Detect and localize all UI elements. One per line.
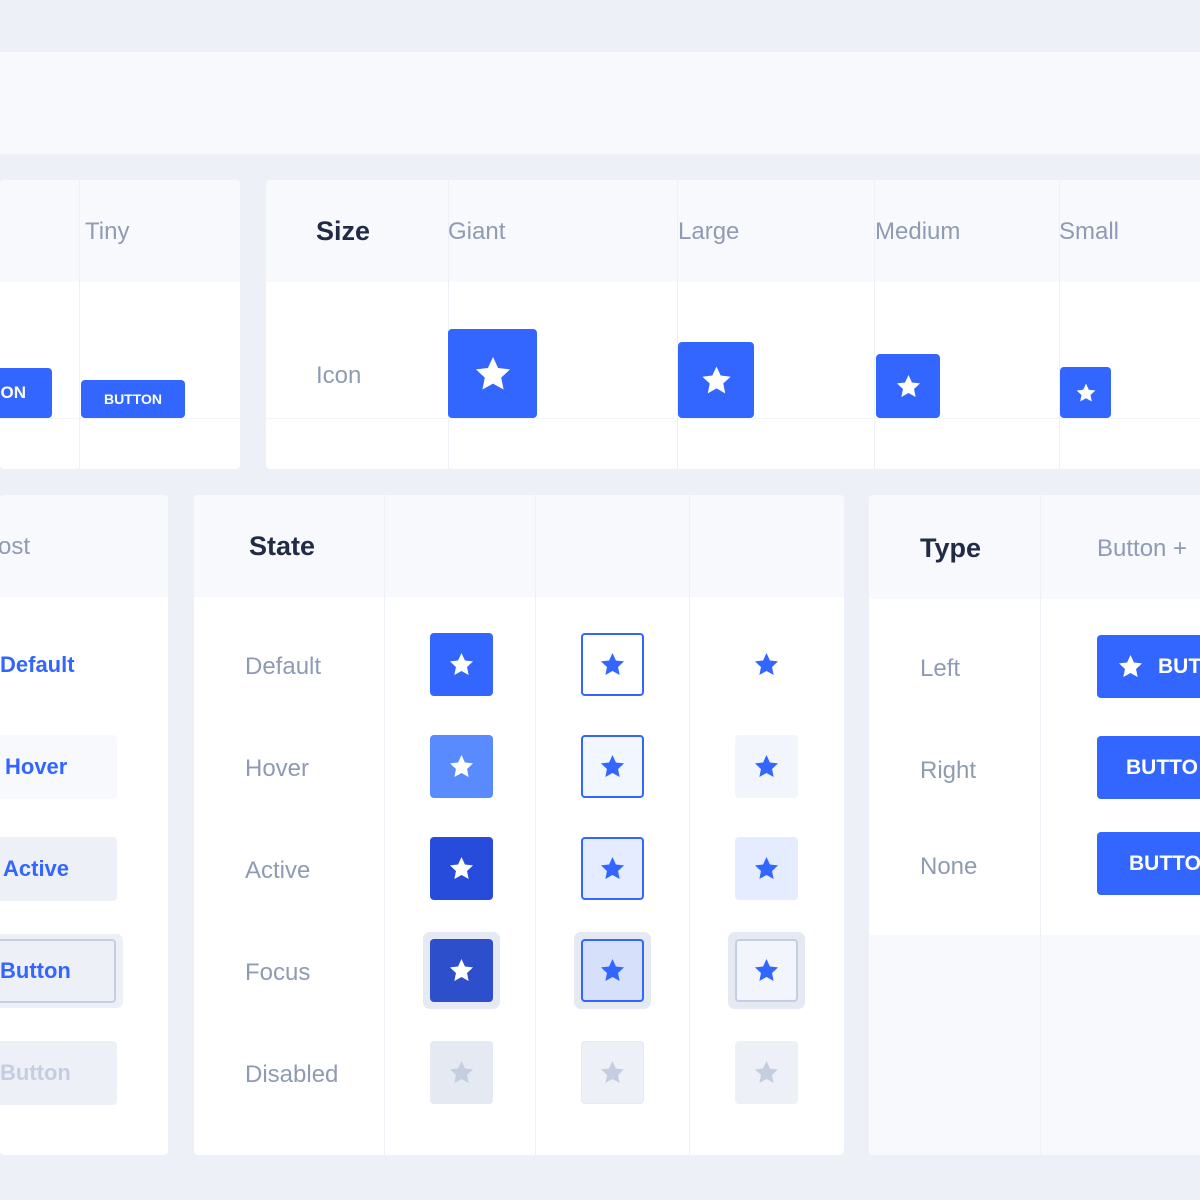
ghost-icon-button-hover[interactable] (735, 735, 798, 798)
star-icon (448, 651, 475, 678)
star-icon (448, 1059, 475, 1086)
button-label: BUTTO (1126, 755, 1198, 779)
size-buttons-panel: Tiny ON BUTTON (0, 180, 240, 469)
ghost-icon-button-active[interactable] (735, 837, 798, 900)
star-icon (753, 753, 780, 780)
outline-icon-button-disabled (581, 1041, 644, 1104)
filled-icon-button-focus[interactable] (430, 939, 493, 1002)
button-label: BUTTON (103, 391, 163, 407)
ghost-button-label: Button (0, 1060, 71, 1085)
size-title: Size (316, 216, 371, 246)
ghost-button-label: Hover (5, 754, 68, 779)
row-label-focus: Focus (245, 959, 311, 986)
small-icon-button[interactable] (1060, 367, 1111, 418)
row-label-icon: Icon (316, 362, 362, 389)
row-label-disabled: Disabled (245, 1061, 339, 1088)
icon-size-panel: Size Giant Large Medium Small Icon (266, 180, 1200, 469)
state-title: State (249, 531, 316, 561)
outline-icon-button-default[interactable] (581, 633, 644, 696)
filled-icon-button-default[interactable] (430, 633, 493, 696)
icon-state-panel: State Default Hover Active Focus Disable… (194, 495, 844, 1155)
outline-icon-button-focus[interactable] (581, 939, 644, 1002)
star-icon (599, 1059, 626, 1086)
large-icon-button[interactable] (678, 342, 754, 418)
ghost-button-label: Active (3, 856, 70, 881)
outline-icon-button-active[interactable] (581, 837, 644, 900)
type-title: Type (920, 533, 982, 563)
button-label: BUTTO (1129, 851, 1200, 875)
row-label-right: Right (920, 757, 977, 784)
ghost-icon-button-default[interactable] (735, 633, 798, 696)
filled-icon-button-hover[interactable] (430, 735, 493, 798)
button-icon-right[interactable]: BUTTO (1097, 736, 1200, 799)
ghost-states-panel: ost Default Hover Active Button Button (0, 495, 168, 1155)
star-icon (473, 354, 513, 394)
row-label-active: Active (245, 857, 311, 884)
star-icon (700, 364, 733, 397)
star-icon (448, 957, 475, 984)
icon-type-panel: Type Button + Left Right None BUT BUTTO … (869, 495, 1200, 1155)
star-icon (599, 957, 626, 984)
outline-icon-button-hover[interactable] (581, 735, 644, 798)
star-icon (753, 957, 780, 984)
column-header-small: Small (1059, 218, 1120, 245)
medium-icon-button[interactable] (876, 354, 940, 418)
star-icon (1075, 382, 1097, 404)
giant-icon-button[interactable] (448, 329, 537, 418)
star-icon (753, 1059, 780, 1086)
column-header-medium: Medium (875, 218, 961, 245)
star-icon (895, 373, 922, 400)
column-header-giant: Giant (448, 218, 506, 245)
star-icon (753, 651, 780, 678)
star-icon (448, 855, 475, 882)
top-toolbar-strip (0, 52, 1200, 154)
tiny-button[interactable]: BUTTON (81, 380, 185, 418)
button-icon-left[interactable]: BUT (1097, 635, 1200, 698)
ghost-button-default[interactable]: Default (0, 654, 75, 676)
ghost-icon-button-focus[interactable] (735, 939, 798, 1002)
star-icon (599, 651, 626, 678)
empty-area (869, 935, 1200, 1155)
star-icon (1117, 653, 1144, 680)
button-label: BUT (1158, 654, 1200, 678)
star-icon (753, 855, 780, 882)
small-button[interactable]: ON (0, 368, 52, 418)
filled-icon-button-disabled (430, 1041, 493, 1104)
column-header-ghost: ost (0, 533, 31, 560)
ghost-icon-button-disabled (735, 1041, 798, 1104)
star-icon (599, 753, 626, 780)
row-label-left: Left (920, 655, 961, 682)
column-header-large: Large (678, 218, 740, 245)
column-header-tiny: Tiny (85, 218, 130, 245)
filled-icon-button-active[interactable] (430, 837, 493, 900)
column-header-button-icon: Button + (1097, 535, 1188, 562)
ghost-button-label: Button (0, 958, 71, 983)
row-label-hover: Hover (245, 755, 310, 782)
button-label: ON (0, 383, 27, 402)
button-icon-none[interactable]: BUTTO (1097, 832, 1200, 895)
star-icon (599, 855, 626, 882)
row-label-none: None (920, 853, 978, 880)
star-icon (448, 753, 475, 780)
row-label-default: Default (245, 653, 322, 680)
